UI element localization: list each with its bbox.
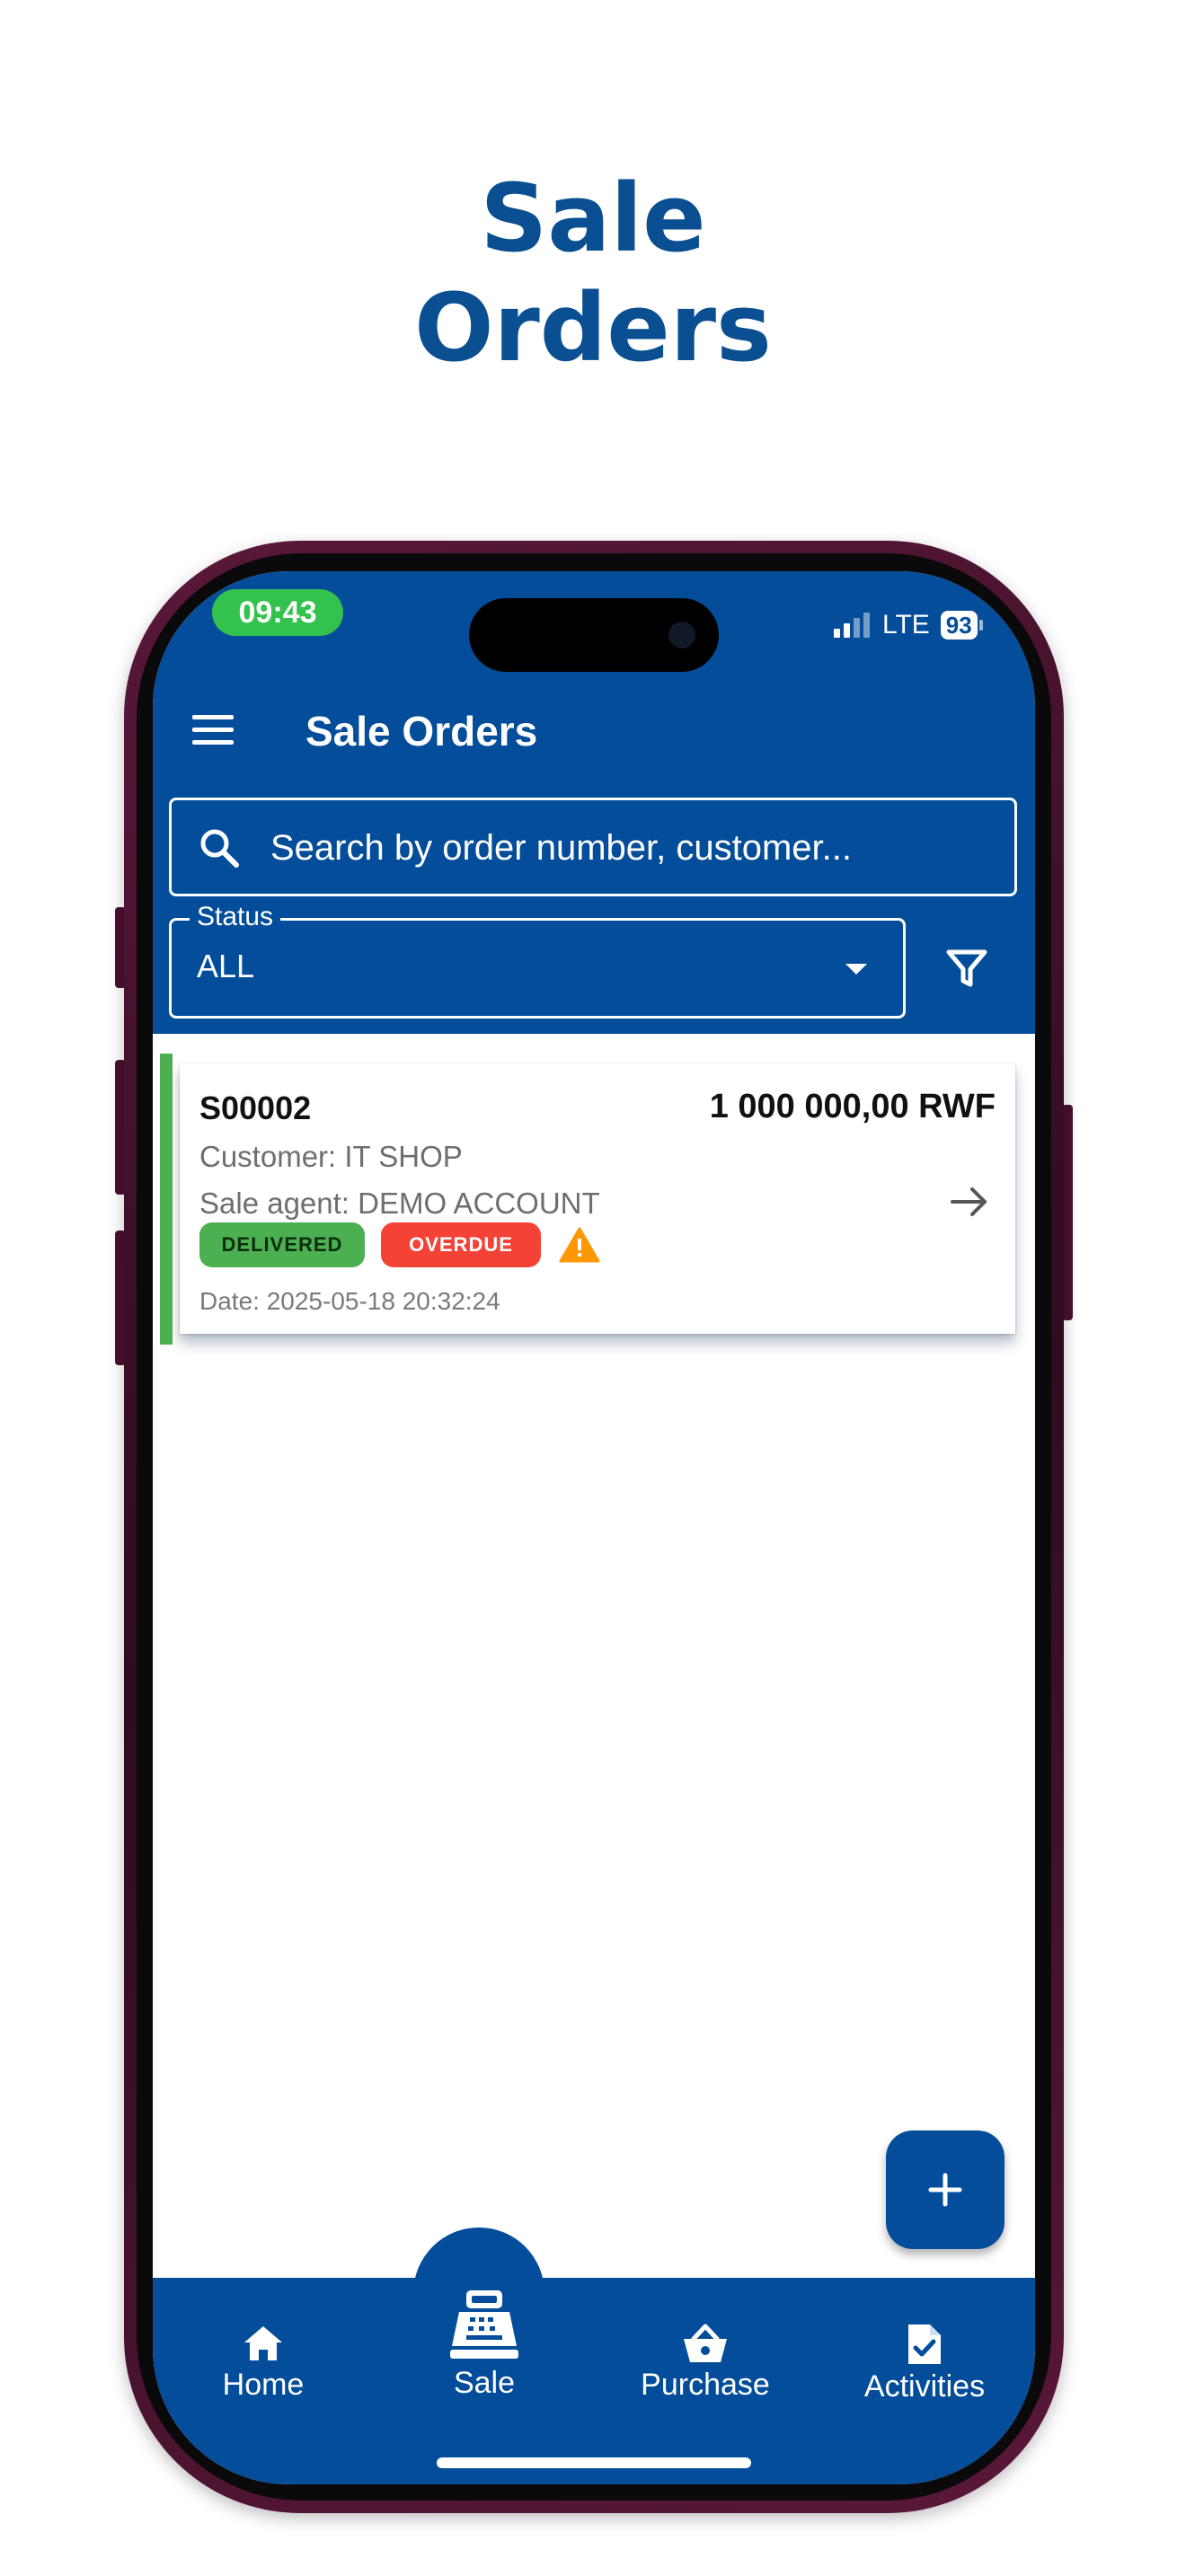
nav-purchase-label: Purchase (641, 2368, 770, 2402)
search-field[interactable] (169, 798, 1017, 896)
filter-icon[interactable] (940, 941, 994, 995)
promo-title-line2: Orders (414, 273, 772, 383)
nav-sale-label: Sale (453, 2366, 516, 2400)
order-list: S00002 1 000 000,00 RWF Customer: IT SHO… (153, 1034, 1035, 2278)
dropdown-caret-icon (845, 964, 867, 975)
nav-sale[interactable]: Sale (374, 2287, 595, 2401)
nav-purchase[interactable]: Purchase (595, 2323, 816, 2403)
menu-icon[interactable] (192, 715, 234, 745)
delivered-badge: DELIVERED (199, 1222, 365, 1267)
order-customer: Customer: IT SHOP (199, 1140, 463, 1173)
nav-home[interactable]: Home (153, 2323, 374, 2403)
battery-tip (978, 620, 983, 631)
order-card[interactable]: S00002 1 000 000,00 RWF Customer: IT SHO… (160, 1054, 1015, 1345)
order-sale-agent: Sale agent: DEMO ACCOUNT (199, 1187, 600, 1220)
network-type: LTE (882, 610, 930, 640)
order-status-stripe (160, 1054, 173, 1345)
promo-title: Sale Orders (0, 163, 1186, 383)
status-dropdown-label: Status (190, 901, 281, 933)
order-amount: 1 000 000,00 RWF (709, 1088, 996, 1125)
nav-activities-label: Activities (863, 2369, 986, 2404)
order-date: Date: 2025-05-18 20:32:24 (199, 1287, 500, 1315)
dynamic-island (469, 598, 719, 672)
page-title: Sale Orders (305, 708, 538, 754)
search-icon (200, 829, 239, 868)
status-indicators: LTE 93 (834, 607, 983, 643)
basket-icon (684, 2324, 727, 2362)
status-dropdown-value: ALL (197, 948, 255, 984)
status-dropdown[interactable]: Status ALL (169, 901, 906, 1019)
app-screen: 09:43 LTE 93 Sale Orders Search by order… (153, 571, 1035, 2484)
home-indicator[interactable] (437, 2457, 751, 2468)
plus-icon (928, 2173, 962, 2207)
document-check-icon (908, 2325, 941, 2364)
status-time: 09:43 (212, 589, 343, 636)
battery-icon: 93 (940, 611, 978, 640)
warning-icon (559, 1227, 600, 1263)
search-input[interactable] (269, 800, 991, 895)
promo-title-line1: Sale (480, 163, 706, 273)
app-header: 09:43 LTE 93 Sale Orders Search by order… (153, 571, 1035, 1034)
nav-home-label: Home (222, 2368, 305, 2402)
cash-register-icon (450, 2290, 518, 2359)
order-number: S00002 (199, 1090, 312, 1126)
signal-icon (834, 613, 870, 638)
overdue-badge: OVERDUE (381, 1222, 541, 1267)
nav-activities[interactable]: Activities (814, 2323, 1035, 2404)
arrow-right-icon[interactable] (949, 1181, 990, 1222)
camera-icon (668, 622, 695, 648)
add-order-button[interactable] (886, 2130, 1005, 2249)
home-icon (244, 2326, 282, 2360)
